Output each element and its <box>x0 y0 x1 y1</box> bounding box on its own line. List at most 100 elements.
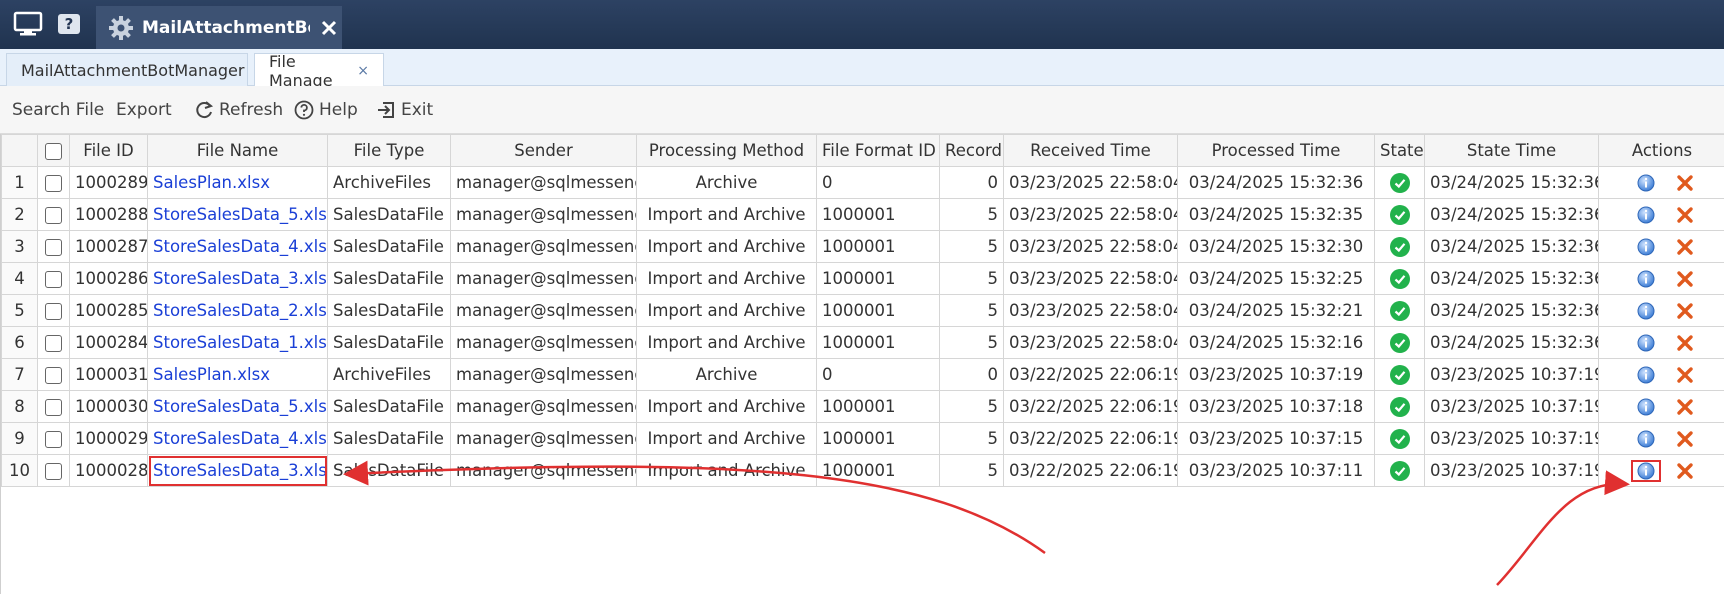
actions-cell <box>1598 390 1724 423</box>
row-checkbox[interactable] <box>45 303 62 320</box>
record-cell: 5 <box>939 262 1004 295</box>
info-icon[interactable] <box>1630 171 1662 195</box>
file-name-link[interactable]: StoreSalesData_5.xlsx <box>147 390 328 423</box>
col-header[interactable]: Received Time <box>1003 134 1178 167</box>
app-tab[interactable]: MailAttachmentBo... <box>96 6 342 49</box>
state-cell <box>1374 326 1425 359</box>
file-type-cell: SalesDataFile <box>327 326 451 359</box>
state-cell <box>1374 166 1425 199</box>
row-checkbox[interactable] <box>45 239 62 256</box>
table-row[interactable]: 6 1000284 StoreSalesData_1.xlsx SalesDataFi… <box>1 326 1724 359</box>
col-header[interactable]: Processing Method <box>636 134 817 167</box>
delete-icon[interactable] <box>1676 366 1694 384</box>
delete-icon[interactable] <box>1676 206 1694 224</box>
col-header[interactable]: State Time <box>1424 134 1599 167</box>
row-checkbox[interactable] <box>45 463 62 480</box>
table-row[interactable]: 9 1000029 StoreSalesData_4.xlsx SalesDataFi… <box>1 422 1724 455</box>
actions-cell <box>1598 358 1724 391</box>
info-icon[interactable] <box>1630 331 1662 355</box>
table-row[interactable]: 2 1000288 StoreSalesData_5.xlsx SalesDataFi… <box>1 198 1724 231</box>
tab-mailattachmentbotmanager[interactable]: MailAttachmentBotManager <box>6 53 248 86</box>
record-cell: 5 <box>939 454 1004 487</box>
info-icon[interactable] <box>1630 299 1662 323</box>
row-checkbox[interactable] <box>45 431 62 448</box>
state-time-cell: 03/23/2025 10:37:19 <box>1424 454 1599 487</box>
export-button[interactable]: Export <box>116 86 172 134</box>
info-icon[interactable] <box>1630 235 1662 259</box>
table-row[interactable]: 10 1000028 StoreSalesData_3.xlsx SalesDataF… <box>1 454 1724 487</box>
file-name-link[interactable]: SalesPlan.xlsx <box>147 166 328 199</box>
help-button[interactable]: Help <box>294 86 358 134</box>
col-header[interactable]: Sender <box>450 134 637 167</box>
delete-icon[interactable] <box>1676 174 1694 192</box>
select-all-checkbox[interactable] <box>45 143 62 160</box>
delete-icon[interactable] <box>1676 462 1694 480</box>
processing-method-cell: Import and Archive <box>636 294 817 327</box>
file-format-id-cell: 1000001 <box>816 262 940 295</box>
col-header[interactable]: Record <box>939 134 1004 167</box>
col-header[interactable]: File Type <box>327 134 451 167</box>
col-header[interactable]: File ID <box>69 134 148 167</box>
table-row[interactable]: 8 1000030 StoreSalesData_5.xlsx SalesDataFi… <box>1 390 1724 423</box>
tab-close-icon[interactable]: × <box>357 63 369 79</box>
delete-icon[interactable] <box>1676 270 1694 288</box>
info-icon[interactable] <box>1630 395 1662 419</box>
select-all-header[interactable] <box>37 134 70 167</box>
delete-icon[interactable] <box>1676 302 1694 320</box>
info-icon[interactable] <box>1630 459 1662 483</box>
file-name-link[interactable]: StoreSalesData_2.xlsx <box>147 294 328 327</box>
file-name-link[interactable]: StoreSalesData_4.xlsx <box>147 422 328 455</box>
file-name-link[interactable]: StoreSalesData_5.xlsx <box>147 198 328 231</box>
table-row[interactable]: 4 1000286 StoreSalesData_3.xlsx SalesDataFi… <box>1 262 1724 295</box>
row-checkbox[interactable] <box>45 175 62 192</box>
file-name-link[interactable]: StoreSalesData_3.xlsx <box>147 454 328 487</box>
info-icon[interactable] <box>1630 267 1662 291</box>
col-header[interactable]: File Name <box>147 134 328 167</box>
row-checkbox[interactable] <box>45 271 62 288</box>
file-type-cell: SalesDataFile <box>327 230 451 263</box>
file-name-link[interactable]: SalesPlan.xlsx <box>147 358 328 391</box>
file-format-id-cell: 0 <box>816 358 940 391</box>
help-icon[interactable]: ? <box>58 14 80 34</box>
file-type-cell: ArchiveFiles <box>327 166 451 199</box>
row-select-cell <box>37 454 70 487</box>
file-name-link[interactable]: StoreSalesData_3.xlsx <box>147 262 328 295</box>
actions-cell <box>1598 326 1724 359</box>
row-number: 8 <box>1 390 38 423</box>
col-header[interactable]: State <box>1374 134 1425 167</box>
search-file-button[interactable]: Search File <box>12 86 104 134</box>
info-icon[interactable] <box>1630 203 1662 227</box>
sender-cell: manager@sqlmesseng <box>450 198 637 231</box>
state-ok-icon <box>1389 428 1410 449</box>
table-row[interactable]: 1 1000289 SalesPlan.xlsx ArchiveFiles manage… <box>1 166 1724 199</box>
delete-icon[interactable] <box>1676 430 1694 448</box>
row-checkbox[interactable] <box>45 399 62 416</box>
exit-button[interactable]: Exit <box>376 86 433 134</box>
state-time-cell: 03/23/2025 10:37:19 <box>1424 390 1599 423</box>
table-row[interactable]: 5 1000285 StoreSalesData_2.xlsx SalesDataFi… <box>1 294 1724 327</box>
delete-icon[interactable] <box>1676 238 1694 256</box>
table-row[interactable]: 7 1000031 SalesPlan.xlsx ArchiveFiles manage… <box>1 358 1724 391</box>
col-header[interactable]: Processed Time <box>1177 134 1375 167</box>
monitor-icon[interactable] <box>12 8 44 40</box>
file-name-link[interactable]: StoreSalesData_4.xlsx <box>147 230 328 263</box>
received-time-cell: 03/22/2025 22:06:19 <box>1003 358 1178 391</box>
info-icon[interactable] <box>1630 363 1662 387</box>
delete-icon[interactable] <box>1676 398 1694 416</box>
row-checkbox[interactable] <box>45 335 62 352</box>
tab-file-manage[interactable]: File Manage × <box>254 52 384 90</box>
file-id-cell: 1000286 <box>69 262 148 295</box>
table-row[interactable]: 3 1000287 StoreSalesData_4.xlsx SalesDataFi… <box>1 230 1724 263</box>
row-checkbox[interactable] <box>45 207 62 224</box>
row-checkbox[interactable] <box>45 367 62 384</box>
exit-icon <box>378 102 394 118</box>
processed-time-cell: 03/23/2025 10:37:15 <box>1177 422 1375 455</box>
file-name-link[interactable]: StoreSalesData_1.xlsx <box>147 326 328 359</box>
delete-icon[interactable] <box>1676 334 1694 352</box>
actions-cell <box>1598 294 1724 327</box>
close-icon[interactable] <box>320 19 338 37</box>
state-cell <box>1374 390 1425 423</box>
info-icon[interactable] <box>1630 427 1662 451</box>
col-header[interactable]: File Format ID <box>816 134 940 167</box>
refresh-button[interactable]: Refresh <box>194 86 283 134</box>
